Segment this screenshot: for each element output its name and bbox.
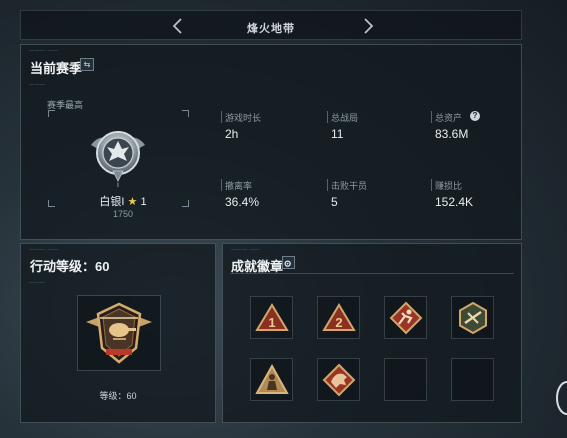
rank-stars: 1 [140, 196, 147, 208]
gear-icon[interactable] [282, 256, 295, 269]
action-level-panel: ——— —— 行动等级：60 ——— 等级：60 [20, 243, 216, 423]
badge-slot[interactable] [451, 296, 494, 339]
badge-slot[interactable] [250, 358, 293, 401]
stat-matches-value: 11 [331, 127, 344, 141]
rifle-hexagon-badge-icon [459, 301, 487, 335]
badge-slot[interactable] [317, 358, 360, 401]
level-badge-frame [77, 295, 161, 371]
frame-corner [182, 200, 189, 207]
divider [327, 111, 328, 123]
stat-playtime-value: 2h [225, 127, 239, 141]
mode-title: 烽火地带 [247, 23, 295, 35]
stat-extract-label: 撤离率 [225, 181, 253, 191]
runner-diamond-badge-icon [389, 301, 423, 335]
chevron-right-icon[interactable] [361, 17, 375, 35]
action-level-title: 行动等级：60 [30, 259, 110, 274]
rank-name: 白银I [99, 196, 125, 208]
stat-kills-value: 5 [331, 195, 338, 209]
edge-emblem-icon [556, 381, 567, 415]
divider [221, 179, 222, 191]
stat-playtime-label: 游戏时长 [225, 113, 262, 123]
badge-slot[interactable] [384, 296, 427, 339]
svg-text:2: 2 [335, 315, 342, 330]
divider [221, 111, 222, 123]
decor-text: ——— [29, 82, 46, 88]
frame-corner [182, 110, 189, 117]
stat-matches-label: 总战局 [331, 113, 359, 123]
decor-text: ——— [29, 280, 46, 286]
decor-text: ——— —— [231, 247, 261, 253]
divider [327, 179, 328, 191]
star-icon: ★ [127, 196, 138, 208]
current-season-panel: ——— —— 当前赛季 ⇆ ——— 赛季最高 I 白银I ★ 1 1750 游戏… [20, 44, 522, 240]
divider [431, 111, 432, 123]
silver-rank-emblem-icon: I [91, 131, 145, 189]
helicopter-level-badge-icon [86, 302, 152, 364]
badge-slot[interactable]: 1 [250, 296, 293, 339]
season-title: 当前赛季 [30, 61, 83, 76]
soldier-triangle-badge-icon [255, 363, 289, 394]
mode-switcher: 烽火地带 [20, 10, 522, 40]
rank-1-triangle-badge-icon: 1 [255, 303, 289, 331]
help-icon[interactable]: ? [470, 111, 480, 121]
svg-text:1: 1 [268, 315, 275, 330]
stat-assets-label: 总资产 [435, 113, 463, 123]
decor-text: ——— —— [29, 48, 59, 54]
frame-corner [48, 200, 55, 207]
stat-profit-value: 152.4K [435, 195, 474, 209]
stat-extract-value: 36.4% [225, 195, 260, 209]
stat-profit-label: 赚损比 [435, 181, 463, 191]
stat-kills-label: 击败干员 [331, 181, 368, 191]
divider [230, 273, 514, 274]
rank-2-triangle-badge-icon: 2 [322, 303, 356, 331]
achievement-badges-panel: ——— —— 成就徽章 1 2 [222, 243, 522, 423]
stat-assets-value: 83.6M [435, 127, 469, 141]
divider [431, 179, 432, 191]
beast-diamond-badge-icon [322, 363, 356, 397]
badge-slot[interactable]: 2 [317, 296, 360, 339]
badge-slot-empty[interactable] [451, 358, 494, 401]
badge-slot-empty[interactable] [384, 358, 427, 401]
swap-icon[interactable]: ⇆ [80, 58, 94, 71]
decor-text: ——— —— [29, 247, 59, 253]
svg-text:I: I [117, 183, 119, 189]
frame-corner [48, 110, 55, 117]
rank-row: 白银I ★ 1 [83, 193, 163, 209]
rank-points: 1750 [112, 209, 134, 219]
level-caption: 等级：60 [99, 391, 137, 401]
